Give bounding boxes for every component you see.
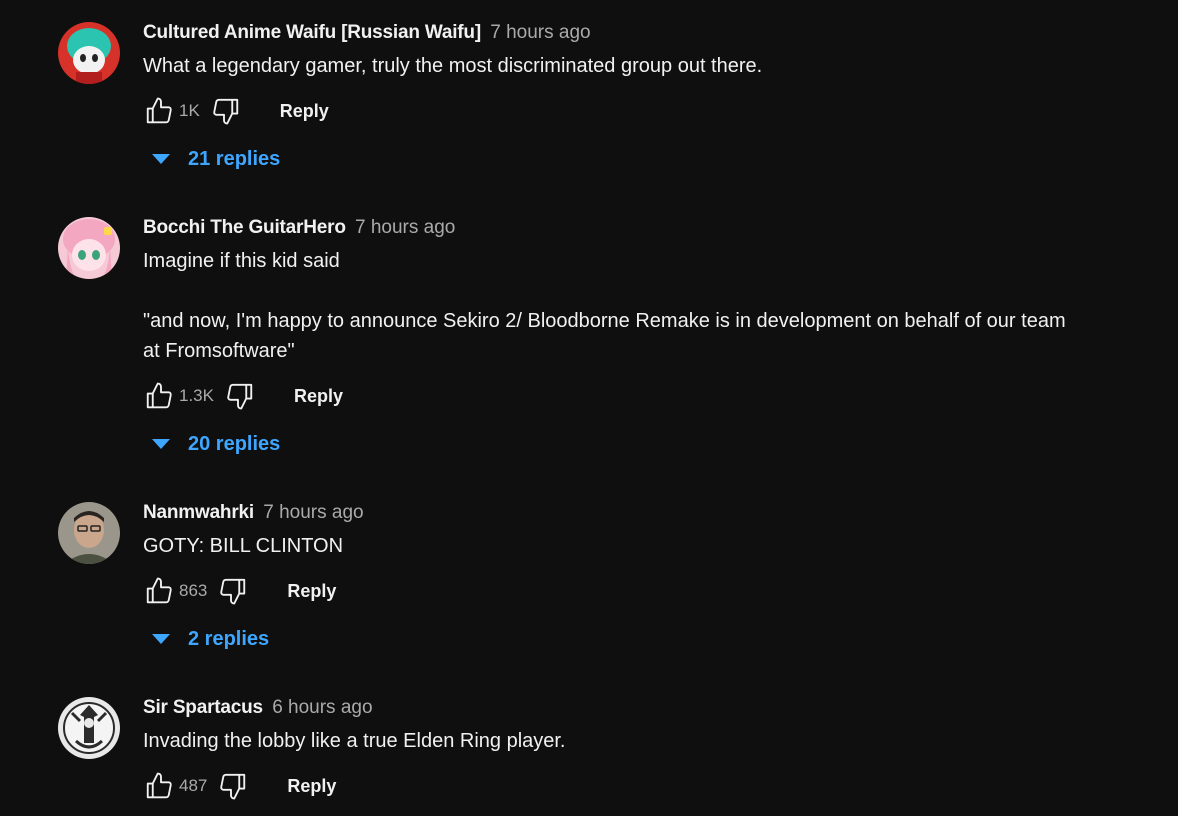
dislike-button[interactable] (217, 575, 249, 607)
like-count: 1.3K (179, 386, 214, 405)
comment-body: Nanmwahrki 7 hours ago GOTY: BILL CLINTO… (143, 500, 1098, 655)
comment-author[interactable]: Cultured Anime Waifu [Russian Waifu] (143, 22, 481, 43)
comment-actions: 863 Reply (143, 571, 1098, 611)
view-replies-button[interactable]: 20 replies (143, 428, 1098, 460)
comment-text: Imagine if this kid said "and now, I'm h… (143, 250, 1066, 362)
comment-author[interactable]: Bocchi The GuitarHero (143, 217, 346, 238)
comment-body: Sir Spartacus 6 hours ago Invading the l… (143, 695, 1098, 806)
thumb-up-icon (146, 772, 172, 799)
like-count: 487 (179, 776, 208, 795)
view-replies-button[interactable]: 21 replies (143, 143, 1098, 175)
comment-header: Cultured Anime Waifu [Russian Waifu] 7 h… (143, 20, 1098, 46)
comment-header: Nanmwahrki 7 hours ago (143, 500, 1098, 526)
thumb-down-icon (213, 98, 238, 125)
replies-count-label: 21 replies (188, 147, 281, 170)
avatar-image (58, 22, 120, 84)
avatar-image (58, 502, 120, 564)
thumb-up-icon (146, 382, 172, 409)
comment-text: What a legendary gamer, truly the most d… (143, 55, 763, 77)
comment-header: Bocchi The GuitarHero 7 hours ago (143, 215, 1098, 241)
reply-button[interactable]: Reply (287, 581, 336, 602)
comment-timestamp[interactable]: 7 hours ago (263, 502, 363, 523)
comment-author[interactable]: Nanmwahrki (143, 502, 254, 523)
reply-button[interactable]: Reply (287, 776, 336, 797)
like-count: 1K (179, 101, 200, 120)
like-button[interactable] (143, 770, 175, 802)
like-count: 863 (179, 581, 208, 600)
dislike-button[interactable] (217, 770, 249, 802)
like-button[interactable] (143, 95, 175, 127)
comment-header: Sir Spartacus 6 hours ago (143, 695, 1098, 721)
avatar[interactable] (58, 502, 120, 564)
comment-timestamp[interactable]: 7 hours ago (355, 217, 455, 238)
like-button[interactable] (143, 380, 175, 412)
dislike-button[interactable] (210, 95, 242, 127)
like-button[interactable] (143, 575, 175, 607)
comment-text: Invading the lobby like a true Elden Rin… (143, 730, 566, 752)
comment-timestamp[interactable]: 6 hours ago (272, 697, 372, 718)
avatar-image (58, 217, 120, 279)
thumb-down-icon (220, 578, 246, 605)
caret-down-icon (152, 634, 170, 644)
thumb-up-icon (146, 577, 172, 604)
caret-down-icon (152, 154, 170, 164)
thumb-down-icon (220, 773, 246, 800)
reply-button[interactable]: Reply (280, 101, 329, 122)
replies-count-label: 2 replies (188, 627, 270, 650)
dislike-button[interactable] (224, 380, 256, 412)
comment-actions: 1K Reply (143, 91, 1098, 131)
comment-body: Cultured Anime Waifu [Russian Waifu] 7 h… (143, 20, 1098, 175)
avatar[interactable] (58, 697, 120, 759)
thumb-down-icon (227, 383, 253, 410)
thumb-up-icon (146, 97, 172, 124)
reply-button[interactable]: Reply (294, 386, 343, 407)
replies-count-label: 20 replies (188, 432, 281, 455)
view-replies-button[interactable]: 2 replies (143, 623, 1098, 655)
caret-down-icon (152, 439, 170, 449)
avatar[interactable] (58, 217, 120, 279)
avatar[interactable] (58, 22, 120, 84)
comment-body: Bocchi The GuitarHero 7 hours ago Imagin… (143, 215, 1098, 460)
comment-author[interactable]: Sir Spartacus (143, 697, 263, 718)
avatar-image (58, 697, 120, 759)
comment-timestamp[interactable]: 7 hours ago (490, 22, 590, 43)
comment-actions: 1.3K Reply (143, 376, 1098, 416)
comment-actions: 487 Reply (143, 766, 1098, 806)
comment-text: GOTY: BILL CLINTON (143, 535, 344, 557)
